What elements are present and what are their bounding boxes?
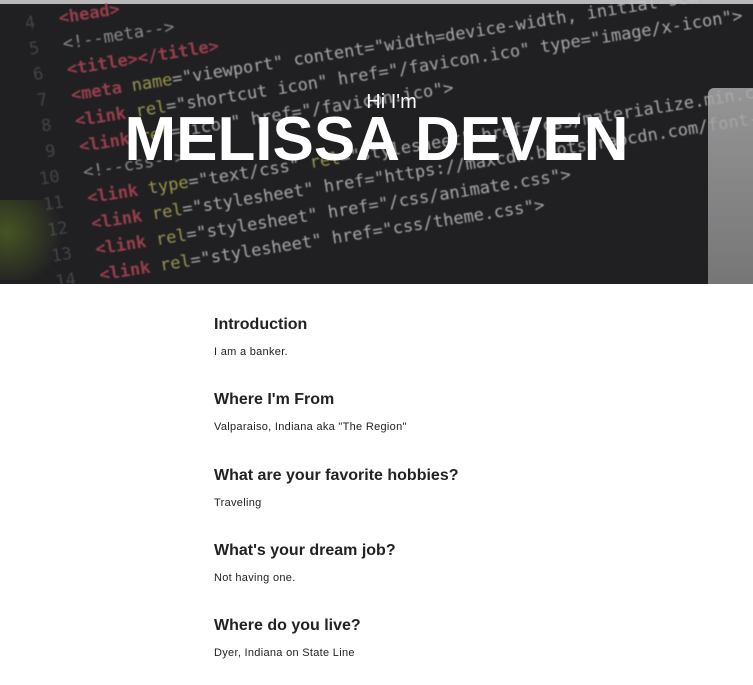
hero-text: Hi I'm MELISSA DEVEN (0, 0, 753, 284)
section-hobbies: What are your favorite hobbies? Travelin… (214, 451, 634, 526)
section-where-live: Where do you live? Dyer, Indiana on Stat… (214, 601, 634, 676)
section-where-from: Where I'm From Valparaiso, Indiana aka "… (214, 375, 634, 450)
section-dream-job: What's your dream job? Not having one. (214, 526, 634, 601)
section-heading: Where do you live? (214, 617, 361, 635)
section-heading: What's your dream job? (214, 541, 396, 559)
about-content: Introduction I am a banker. Where I'm Fr… (214, 300, 634, 676)
section-heading: Introduction (214, 316, 308, 333)
hero-banner: <html>4<head>5<!--meta-->6<title></title… (0, 0, 753, 284)
section-text: Dyer, Indiana on State Line (214, 647, 355, 660)
section-heading: What are your favorite hobbies? (214, 466, 459, 484)
section-text: Valparaiso, Indiana aka "The Region" (214, 421, 407, 434)
section-text: Not having one. (214, 571, 296, 584)
section-text: I am a banker. (214, 346, 288, 358)
hero-name: MELISSA DEVEN (124, 105, 629, 174)
section-text: Traveling (214, 496, 262, 509)
section-heading: Where I'm From (214, 391, 335, 409)
section-introduction: Introduction I am a banker. (214, 300, 634, 375)
page: <html>4<head>5<!--meta-->6<title></title… (0, 0, 753, 685)
